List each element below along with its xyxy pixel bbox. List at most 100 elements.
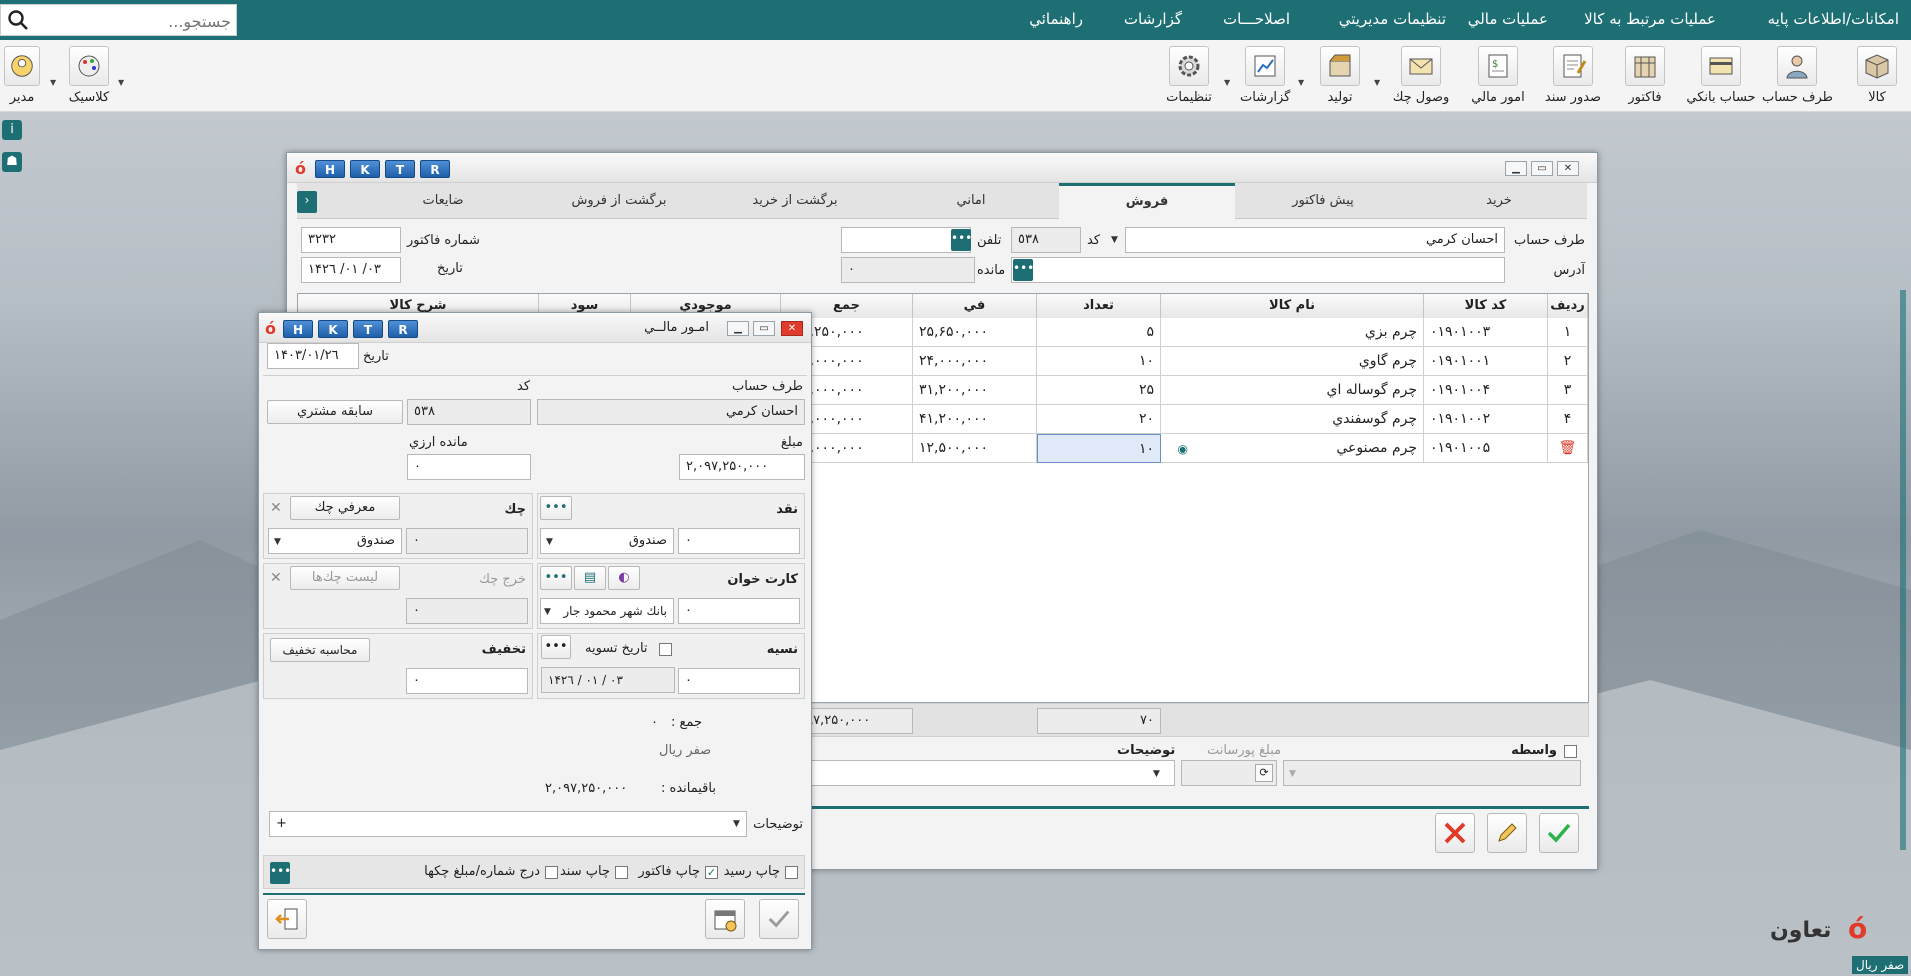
fin-calendar-button[interactable] [705, 899, 745, 939]
chevron-down-icon[interactable]: ▼ [50, 78, 56, 87]
chevron-down-icon[interactable]: ▼ [544, 607, 551, 617]
htkr-r-button[interactable]: R [420, 160, 450, 178]
delete-row-icon[interactable]: 🗑 [1548, 434, 1588, 463]
minimize-button[interactable]: ▁ [727, 321, 749, 336]
cash-amount-input[interactable]: ٠ [678, 528, 800, 554]
chevron-down-icon[interactable]: ▼ [546, 537, 553, 547]
col-code[interactable]: کد کالا [1424, 294, 1548, 318]
code-input[interactable]: ٥٣٨ [1011, 227, 1081, 253]
toolbar-finance-button[interactable]: $ امور مالي [1468, 44, 1528, 110]
tab-consignment[interactable]: اماني [883, 183, 1059, 219]
insert-check-checkbox[interactable] [545, 866, 558, 879]
menu-finance-ops[interactable]: عملیات مالي [1468, 10, 1548, 28]
chevron-down-icon[interactable]: ▼ [1374, 78, 1380, 87]
check-list-button[interactable]: لیست چك‌ها [290, 566, 400, 590]
tabs-scroll-button[interactable]: › [297, 191, 317, 213]
amount-input[interactable]: ٢,٠٩٧,٢۵٠,٠٠٠ [679, 454, 805, 480]
menu-help[interactable]: راهنمائي [1029, 10, 1083, 28]
htkr-t-button[interactable]: T [385, 160, 415, 178]
toolbar-bank-account-button[interactable]: حساب بانکي [1686, 44, 1756, 110]
card-more-button[interactable]: ••• [540, 566, 572, 590]
htkr-r-button[interactable]: R [388, 320, 418, 338]
toolbar-voucher-button[interactable]: صدور سند [1543, 44, 1603, 110]
info-icon[interactable]: i [2, 120, 22, 140]
maximize-button[interactable]: ▭ [753, 321, 775, 336]
settle-more-button[interactable]: ••• [541, 635, 571, 659]
clear-check-icon[interactable]: ✕ [270, 500, 282, 516]
clear-spend-check-icon[interactable]: ✕ [270, 570, 282, 586]
chevron-down-icon[interactable]: ▼ [733, 819, 740, 829]
refresh-icon[interactable]: ⟳ [1255, 764, 1273, 782]
htkr-t-button[interactable]: T [353, 320, 383, 338]
col-fee[interactable]: في [913, 294, 1037, 318]
party-input[interactable]: احسان کرمي [1125, 227, 1505, 253]
settle-date-input[interactable]: ١۴٠٣ / ٠١ / ٢٦ [541, 667, 675, 693]
htkr-k-button[interactable]: K [318, 320, 348, 338]
eye-icon[interactable]: ◉ [1178, 442, 1188, 456]
invoice-number-input[interactable]: ٣٢٣٢ [301, 227, 401, 253]
print-invoice-checkbox[interactable]: ✓ [705, 866, 718, 879]
credit-amount-input[interactable]: ٠ [678, 668, 800, 694]
menu-goods-ops[interactable]: عملیات مرتبط به کالا [1584, 10, 1716, 28]
toolbar-party-button[interactable]: طرف حساب [1762, 44, 1833, 110]
toolbar-settings-button[interactable]: تنظیمات [1164, 44, 1214, 110]
tab-purchase-return[interactable]: برگشت از خرید [707, 183, 883, 219]
cash-more-button[interactable]: ••• [540, 496, 572, 520]
fx-balance-input[interactable]: ٠ [407, 454, 531, 480]
contact-icon[interactable]: ☗ [2, 152, 22, 172]
print-doc-checkbox[interactable] [615, 866, 628, 879]
search-input[interactable] [35, 9, 231, 33]
vertical-scrollbar[interactable] [1900, 290, 1906, 850]
chevron-down-icon[interactable]: ▼ [1224, 78, 1230, 87]
check-box-select[interactable]: صندوق [268, 528, 402, 554]
print-receipt-checkbox[interactable] [785, 866, 798, 879]
description-dropdown-icon[interactable]: ▼ [1153, 769, 1160, 779]
party-dropdown-icon[interactable]: ▼ [1111, 235, 1118, 245]
col-qty[interactable]: تعداد [1037, 294, 1161, 318]
cash-box-select[interactable]: صندوق [540, 528, 674, 554]
tab-sales[interactable]: فروش [1059, 183, 1235, 219]
fin-exit-button[interactable] [267, 899, 307, 939]
col-row[interactable]: ردیف [1548, 294, 1588, 318]
card-amount-input[interactable]: ٠ [678, 598, 800, 624]
chevron-down-icon[interactable]: ▼ [274, 537, 281, 547]
fin-date-input[interactable]: ١۴٠٣/٠١/٢٦ [267, 343, 359, 369]
col-name[interactable]: نام کالا [1161, 294, 1424, 318]
broker-select[interactable] [1283, 760, 1581, 786]
fin-confirm-button[interactable] [759, 899, 799, 939]
toolbar-goods-button[interactable]: کالا [1852, 44, 1902, 110]
discount-amount-input[interactable]: ٠ [406, 668, 528, 694]
chevron-down-icon[interactable]: ▼ [1298, 78, 1304, 87]
maximize-button[interactable]: ▭ [1531, 161, 1553, 176]
minimize-button[interactable]: ▁ [1505, 161, 1527, 176]
search-icon[interactable] [7, 9, 29, 35]
toolbar-production-button[interactable]: تولید [1318, 44, 1362, 110]
broker-dropdown-icon[interactable]: ▼ [1289, 769, 1296, 779]
card-bank-select[interactable]: بانك شهر محمود جار [540, 598, 674, 624]
htkr-h-button[interactable]: H [315, 160, 345, 178]
htkr-h-button[interactable]: H [283, 320, 313, 338]
address-input[interactable] [1011, 257, 1505, 283]
menu-reports[interactable]: گزارشات [1124, 10, 1182, 28]
tab-proforma[interactable]: پیش فاکتور [1235, 183, 1411, 219]
menu-base-info[interactable]: امکانات/اطلاعات پایه [1768, 10, 1899, 28]
tab-sales-return[interactable]: برگشت از فروش [531, 183, 707, 219]
toolbar-invoice-button[interactable]: فاکتور [1620, 44, 1670, 110]
confirm-button[interactable] [1539, 813, 1579, 853]
toolbar-theme-button[interactable]: کلاسیک [64, 44, 114, 110]
address-more-button[interactable]: ••• [1013, 259, 1034, 281]
menu-corrections[interactable]: اصلاحـــات [1223, 10, 1290, 28]
toolbar-reports-button[interactable]: گزارشات [1240, 44, 1290, 110]
fin-description-input[interactable]: + [269, 811, 747, 837]
customer-history-button[interactable]: سابقه مشتري [267, 400, 403, 424]
print-more-button[interactable]: ••• [270, 862, 291, 884]
tab-purchase[interactable]: خرید [1411, 183, 1587, 219]
cards-icon[interactable]: ▤ [574, 566, 606, 590]
tab-waste[interactable]: ضایعات [355, 183, 531, 219]
row-qty-input[interactable]: ١٠ [1037, 434, 1161, 463]
introduce-check-button[interactable]: معرفي چك [290, 496, 400, 520]
cancel-button[interactable] [1435, 813, 1475, 853]
broker-checkbox[interactable] [1564, 745, 1577, 758]
toolbar-user-button[interactable]: مدیر [2, 44, 42, 110]
htkr-k-button[interactable]: K [350, 160, 380, 178]
